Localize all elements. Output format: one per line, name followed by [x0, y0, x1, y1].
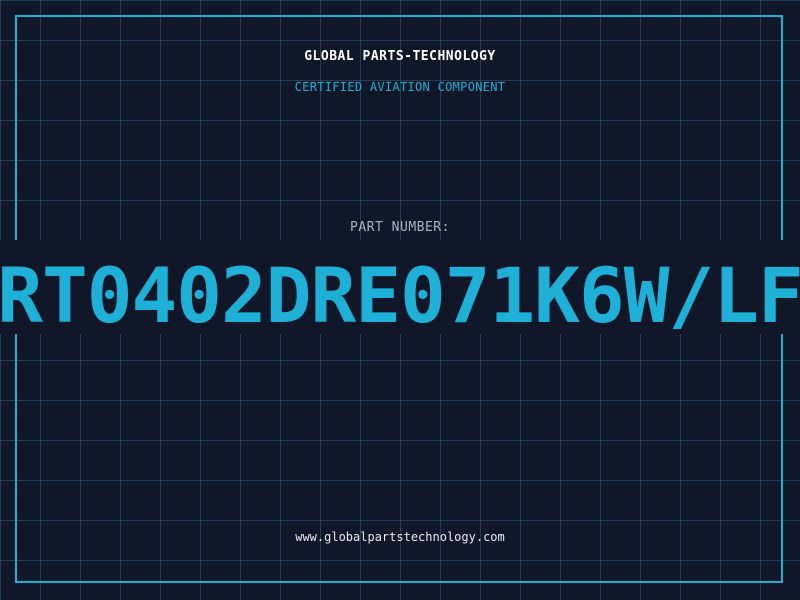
part-number-value: RT0402DRE071K6W/LF — [0, 256, 800, 336]
website-url: www.globalpartstechnology.com — [295, 530, 505, 544]
certification-subtitle: CERTIFIED AVIATION COMPONENT — [294, 80, 506, 94]
part-number-label: PART NUMBER: — [350, 220, 450, 235]
label-card: GLOBAL PARTS-TECHNOLOGY CERTIFIED AVIATI… — [0, 0, 800, 600]
company-name: GLOBAL PARTS-TECHNOLOGY — [304, 49, 496, 64]
